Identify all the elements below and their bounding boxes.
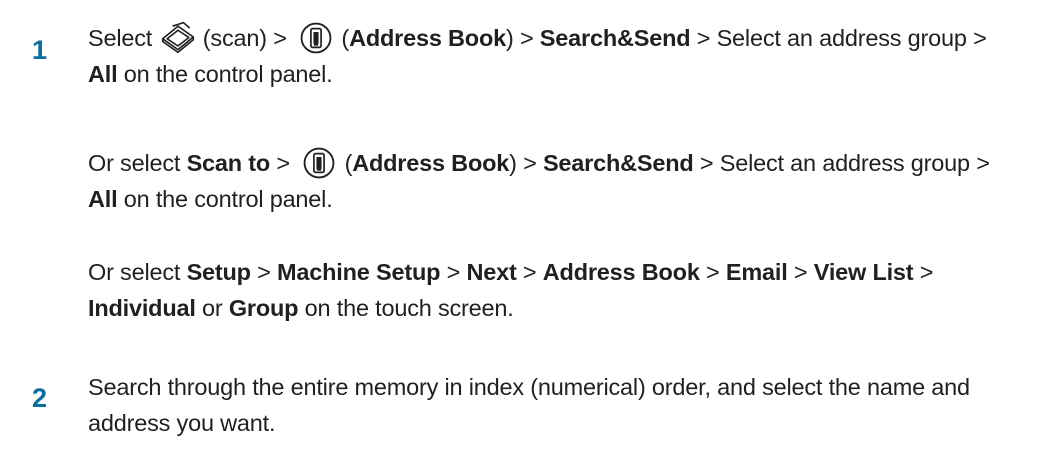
bold-menu-term: Scan to	[186, 150, 271, 176]
text-run: Select	[88, 25, 159, 51]
step-number: 1	[32, 35, 48, 65]
text-run: (scan) >	[202, 25, 294, 51]
step-paragraph: Or select Setup > Machine Setup > Next >…	[88, 254, 1018, 326]
text-run: >	[516, 259, 543, 285]
bold-menu-term: Search&Send	[542, 150, 694, 176]
text-run: >	[913, 259, 934, 285]
bold-menu-term: Individual	[88, 295, 196, 321]
text-run: on the control panel.	[117, 61, 333, 87]
bold-menu-term: Search&Send	[539, 25, 691, 51]
text-run: > Select an address group >	[693, 150, 990, 176]
text-run: or	[195, 295, 229, 321]
text-run: on the control panel.	[117, 186, 333, 212]
step-paragraph: Or select Scan to > (Address Book) > Sea…	[88, 145, 1018, 217]
text-run: Search through the entire memory in inde…	[88, 374, 970, 436]
step-paragraph: Select (scan) > (Address Book) > Search&…	[88, 20, 1018, 92]
text-run: ) >	[509, 150, 543, 176]
text-run: >	[250, 259, 278, 285]
bold-menu-term: All	[88, 186, 118, 212]
bold-menu-term: Address Book	[542, 259, 700, 285]
text-run: Or select	[88, 150, 187, 176]
text-run: >	[270, 150, 297, 176]
scan-icon	[162, 21, 195, 53]
bold-menu-term: Next	[466, 259, 517, 285]
text-run: >	[440, 259, 467, 285]
address-book-icon	[303, 147, 335, 179]
text-run: (	[341, 25, 350, 51]
text-run: > Select an address group >	[690, 25, 987, 51]
bold-menu-term: Group	[228, 295, 299, 321]
bold-menu-term: View List	[813, 259, 914, 285]
bold-menu-term: All	[88, 61, 118, 87]
text-run: >	[787, 259, 814, 285]
address-book-icon	[300, 22, 332, 54]
step-number: 2	[32, 383, 48, 413]
text-run: ) >	[505, 25, 540, 51]
text-run: >	[699, 259, 726, 285]
bold-menu-term: Machine Setup	[277, 259, 441, 285]
text-run: on the touch screen.	[298, 295, 514, 321]
bold-menu-term: Email	[725, 259, 788, 285]
bold-menu-term: Address Book	[352, 150, 510, 176]
step-paragraph: Search through the entire memory in inde…	[88, 369, 1018, 441]
bold-menu-term: Address Book	[349, 25, 506, 51]
bold-menu-term: Setup	[186, 259, 251, 285]
text-run: Or select	[88, 259, 187, 285]
